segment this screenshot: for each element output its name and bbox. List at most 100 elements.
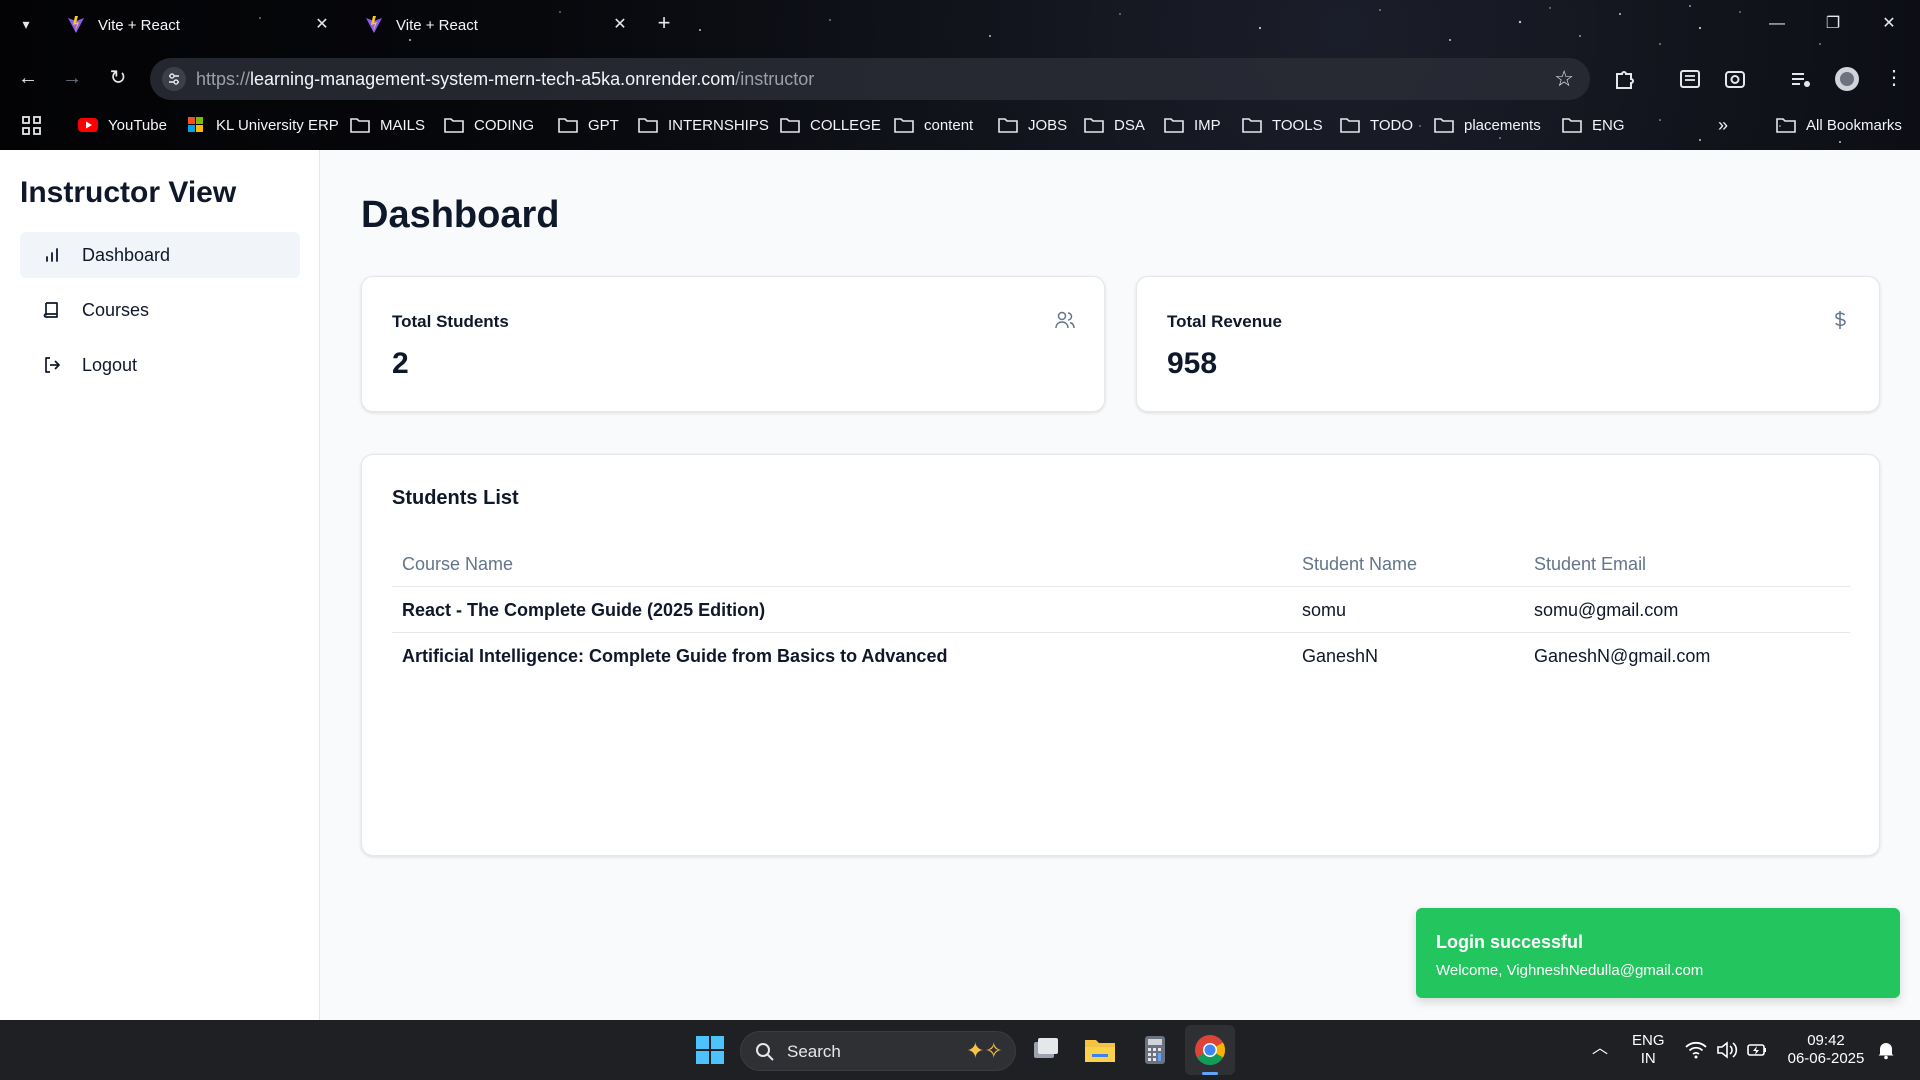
bookmark-label: INTERNSHIPS bbox=[668, 116, 769, 134]
all-bookmarks-button[interactable]: All Bookmarks bbox=[1776, 114, 1902, 136]
bookmark-folder-eng[interactable]: ENG bbox=[1562, 114, 1625, 136]
login-success-toast[interactable]: Login successful Welcome, VighneshNedull… bbox=[1416, 908, 1900, 998]
bar-chart-icon bbox=[46, 248, 58, 262]
profile-avatar-icon[interactable] bbox=[1834, 66, 1860, 92]
folder-icon bbox=[444, 118, 464, 133]
bookmark-label: All Bookmarks bbox=[1806, 116, 1902, 134]
toast-message: Welcome, VighneshNedulla@gmail.com bbox=[1436, 962, 1704, 979]
bookmark-folder-college[interactable]: COLLEGE bbox=[780, 114, 881, 136]
students-table: Course Name Student Name Student Email R… bbox=[392, 541, 1850, 679]
language-indicator[interactable]: ENG IN bbox=[1632, 1032, 1665, 1068]
bookmark-label: ENG bbox=[1592, 116, 1625, 134]
browser-tab[interactable]: Vite + React ✕ bbox=[52, 8, 342, 42]
sidebar-item-dashboard[interactable]: Dashboard bbox=[20, 232, 300, 278]
chrome-icon[interactable] bbox=[1190, 1030, 1230, 1070]
calculator-icon[interactable] bbox=[1135, 1030, 1175, 1070]
kl-erp-icon bbox=[188, 117, 203, 132]
extensions-icon[interactable] bbox=[1611, 66, 1637, 92]
folder-icon bbox=[1084, 118, 1104, 133]
address-bar[interactable]: https://learning-management-system-mern-… bbox=[150, 58, 1590, 100]
bookmark-label: KL University ERP bbox=[216, 116, 339, 134]
tab-search-menu-icon[interactable]: ▾ bbox=[14, 12, 38, 36]
url-text[interactable]: https://learning-management-system-mern-… bbox=[196, 69, 814, 90]
url-path: /instructor bbox=[735, 69, 815, 89]
main-content: Dashboard Total Students 2 Total Revenue… bbox=[321, 150, 1920, 1020]
battery-charging-icon[interactable] bbox=[1746, 1040, 1768, 1060]
task-view-icon[interactable] bbox=[1026, 1030, 1066, 1070]
new-tab-icon[interactable]: + bbox=[652, 12, 676, 36]
table-header-row: Course Name Student Name Student Email bbox=[392, 541, 1850, 587]
bookmark-label: placements bbox=[1464, 116, 1541, 134]
book-icon bbox=[43, 302, 58, 318]
stat-label: Total Revenue bbox=[1167, 312, 1282, 331]
bookmark-folder-todo[interactable]: TODO bbox=[1340, 114, 1413, 136]
clock[interactable]: 09:42 06-06-2025 bbox=[1786, 1032, 1866, 1068]
sidebar-item-courses[interactable]: Courses bbox=[20, 287, 300, 333]
url-scheme: https:// bbox=[196, 69, 251, 89]
windows-taskbar: Search ✦✧ ︿ ENG IN 09:42 06-06-2025 bbox=[0, 1020, 1920, 1080]
tray-overflow-icon[interactable]: ︿ bbox=[1592, 1040, 1608, 1058]
sidebar: Instructor View Dashboard Courses Logout bbox=[0, 150, 320, 1020]
bookmark-folder-placements[interactable]: placements bbox=[1434, 114, 1541, 136]
clock-time: 09:42 bbox=[1807, 1032, 1845, 1049]
sidebar-item-logout[interactable]: Logout bbox=[20, 342, 300, 388]
media-controls-icon[interactable] bbox=[1788, 66, 1814, 92]
close-window-icon[interactable]: ✕ bbox=[1866, 10, 1912, 38]
restore-icon[interactable]: ❐ bbox=[1810, 10, 1856, 38]
bookmark-folder-internships[interactable]: INTERNSHIPS bbox=[638, 114, 769, 136]
file-explorer-icon[interactable] bbox=[1080, 1030, 1120, 1070]
stat-card-total-students: Total Students 2 bbox=[361, 276, 1105, 412]
bookmark-youtube[interactable]: YouTube bbox=[78, 114, 167, 136]
folder-icon bbox=[1164, 118, 1184, 133]
forward-icon[interactable]: → bbox=[58, 64, 86, 92]
taskbar-search[interactable]: Search ✦✧ bbox=[740, 1031, 1016, 1071]
url-host: learning-management-system-mern-tech-a5k… bbox=[250, 69, 736, 89]
bookmark-kl-erp[interactable]: KL University ERP bbox=[186, 114, 339, 136]
bookmark-folder-dsa[interactable]: DSA bbox=[1084, 114, 1145, 136]
more-bookmarks-button[interactable]: » bbox=[1718, 114, 1728, 136]
search-label: Search bbox=[787, 1042, 841, 1061]
student-email-cell: GaneshN@gmail.com bbox=[1534, 646, 1711, 666]
reload-icon[interactable]: ↻ bbox=[104, 64, 132, 92]
bookmarks-bar: YouTube KL University ERP MAILS CODING G… bbox=[0, 112, 1920, 138]
screenshot-icon[interactable] bbox=[1722, 66, 1748, 92]
windows-start-icon[interactable] bbox=[690, 1030, 730, 1070]
tab-title: Vite + React bbox=[396, 16, 478, 34]
bookmark-folder-content[interactable]: content bbox=[894, 114, 973, 136]
wifi-icon[interactable] bbox=[1685, 1040, 1707, 1060]
notification-bell-icon[interactable] bbox=[1876, 1040, 1896, 1060]
volume-icon[interactable] bbox=[1716, 1040, 1738, 1060]
folder-icon bbox=[638, 118, 658, 133]
bookmark-star-icon[interactable]: ☆ bbox=[1554, 66, 1574, 92]
bookmark-folder-jobs[interactable]: JOBS bbox=[998, 114, 1067, 136]
browser-menu-icon[interactable]: ⋮ bbox=[1880, 64, 1908, 92]
column-header: Course Name bbox=[402, 554, 514, 574]
folder-icon bbox=[1434, 118, 1454, 133]
browser-tab-active[interactable]: Vite + React ✕ bbox=[350, 8, 640, 42]
tab-strip: ▾ Vite + React ✕ Vite + React ✕ + — ❐ ✕ bbox=[0, 0, 1920, 50]
table-row: React - The Complete Guide (2025 Edition… bbox=[392, 587, 1850, 633]
students-list-card: Students List Course Name Student Name S… bbox=[361, 454, 1880, 856]
bookmark-folder-coding[interactable]: CODING bbox=[444, 114, 534, 136]
bookmark-folder-mails[interactable]: MAILS bbox=[350, 114, 425, 136]
vite-icon bbox=[366, 16, 382, 33]
tab-close-icon[interactable]: ✕ bbox=[312, 15, 332, 35]
minimize-icon[interactable]: — bbox=[1754, 10, 1800, 38]
back-icon[interactable]: ← bbox=[14, 64, 42, 92]
browser-chrome: ▾ Vite + React ✕ Vite + React ✕ + — ❐ ✕ … bbox=[0, 0, 1920, 150]
bookmark-folder-gpt[interactable]: GPT bbox=[558, 114, 619, 136]
reading-list-icon[interactable] bbox=[1677, 66, 1703, 92]
bookmark-label: COLLEGE bbox=[810, 116, 881, 134]
search-icon bbox=[756, 1043, 774, 1061]
course-name-cell: React - The Complete Guide (2025 Edition… bbox=[402, 600, 766, 620]
bookmark-folder-tools[interactable]: TOOLS bbox=[1242, 114, 1323, 136]
bookmark-label: CODING bbox=[474, 116, 534, 134]
bookmark-label: TODO bbox=[1370, 116, 1414, 134]
column-header: Student Name bbox=[1302, 554, 1418, 574]
bookmark-folder-imp[interactable]: IMP bbox=[1164, 114, 1221, 136]
stat-value: 2 bbox=[392, 347, 409, 380]
student-name-cell: GaneshN bbox=[1302, 646, 1379, 666]
stat-label: Total Students bbox=[392, 312, 509, 331]
tab-close-icon[interactable]: ✕ bbox=[610, 15, 630, 35]
site-info-icon[interactable] bbox=[162, 67, 186, 91]
